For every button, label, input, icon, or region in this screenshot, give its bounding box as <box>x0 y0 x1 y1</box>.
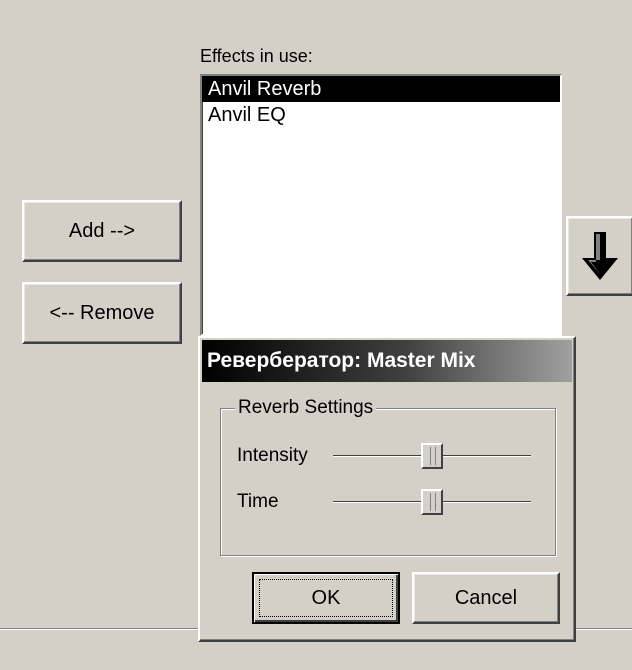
time-slider-thumb[interactable] <box>421 489 443 515</box>
reverb-settings-group: Reverb Settings Intensity Time <box>220 397 556 556</box>
ok-label: OK <box>311 586 341 609</box>
cancel-button[interactable]: Cancel <box>412 572 560 624</box>
move-down-button[interactable] <box>566 216 632 296</box>
list-item[interactable]: Anvil Reverb <box>202 76 560 102</box>
reverb-dialog: Ревербератор: Master Mix Reverb Settings… <box>198 336 576 642</box>
remove-button[interactable]: <-- Remove <box>22 282 182 344</box>
group-title: Reverb Settings <box>235 397 377 419</box>
dialog-titlebar[interactable]: Ревербератор: Master Mix <box>202 340 572 382</box>
list-item[interactable]: Anvil EQ <box>202 102 560 128</box>
add-button[interactable]: Add --> <box>22 200 182 262</box>
ok-button[interactable]: OK <box>252 572 400 624</box>
effects-in-use-label: Effects in use: <box>200 46 313 66</box>
time-slider-row: Time <box>237 487 547 517</box>
time-label: Time <box>237 491 279 512</box>
intensity-label: Intensity <box>237 445 308 466</box>
intensity-slider-row: Intensity <box>237 441 547 471</box>
arrow-down-icon <box>582 232 618 280</box>
effects-listbox[interactable]: Anvil Reverb Anvil EQ <box>200 74 562 336</box>
intensity-slider-thumb[interactable] <box>421 443 443 469</box>
